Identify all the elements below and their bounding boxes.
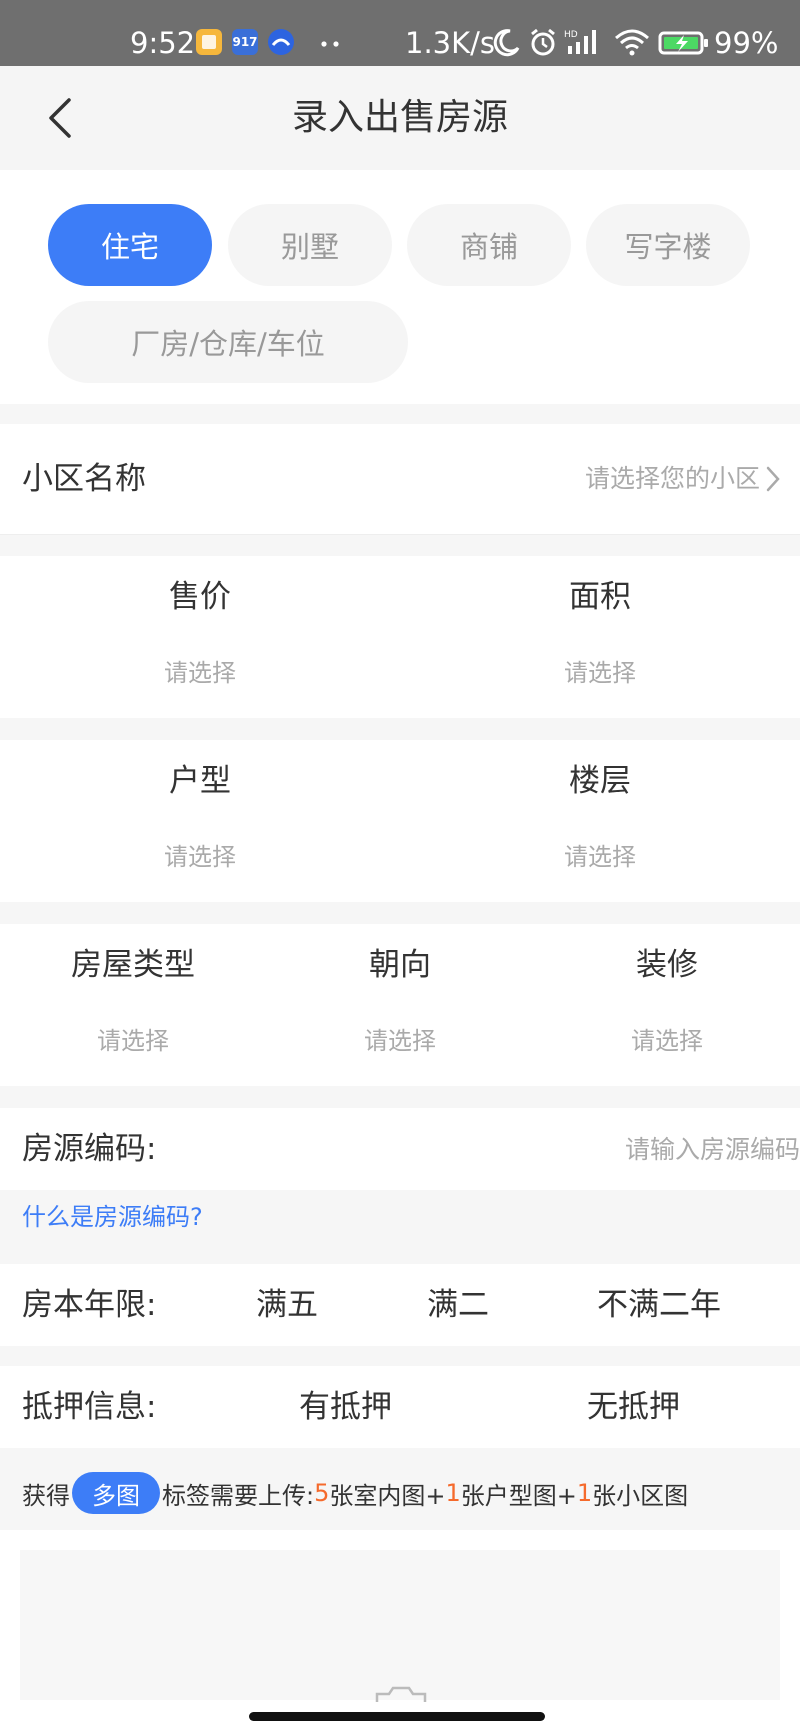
decoration-value: 请选择 (631, 1027, 703, 1055)
interior-text: 张室内图+ (329, 1481, 446, 1510)
area-field[interactable]: 面积 请选择 (400, 576, 800, 690)
community-text: 张小区图 (592, 1481, 689, 1510)
layout-label: 户型 (169, 763, 231, 799)
chip-shop[interactable]: 商铺 (407, 204, 571, 286)
network-type-label: HD (564, 30, 578, 40)
layout-field[interactable]: 户型 请选择 (0, 760, 400, 874)
listing-code-placeholder: 请输入房源编码 (624, 1135, 800, 1164)
floorplan-count: 1 (445, 1479, 461, 1507)
photo-upload-area[interactable] (20, 1550, 780, 1700)
listing-code-row: 房源编码: 请输入房源编码 (0, 1108, 800, 1190)
camera-icon (375, 1686, 427, 1702)
mortgage-row: 抵押信息: 有抵押 无抵押 (0, 1366, 800, 1448)
option-under-two-years[interactable]: 不满二年 (597, 1284, 721, 1326)
layout-value: 请选择 (164, 843, 236, 871)
ownership-years-row: 房本年限: 满五 满二 不满二年 (0, 1264, 800, 1346)
listing-code-help-link[interactable]: 什么是房源编码? (22, 1200, 203, 1234)
railway-app-icon (268, 29, 294, 55)
battery-percentage: 99% (714, 26, 779, 60)
price-label: 售价 (169, 579, 231, 615)
area-value: 请选择 (564, 659, 636, 687)
price-area-row: 售价 请选择 面积 请选择 (0, 556, 800, 718)
app-917-icon: 917 (232, 29, 258, 55)
house-type-field[interactable]: 房屋类型 请选择 (0, 944, 266, 1058)
option-over-two-years[interactable]: 满二 (427, 1284, 489, 1326)
house-type-value: 请选择 (97, 1027, 169, 1055)
community-placeholder: 请选择您的小区 (584, 464, 760, 493)
home-indicator[interactable] (249, 1712, 545, 1721)
orientation-field[interactable]: 朝向 请选择 (266, 944, 534, 1058)
hint-prefix: 获得 (22, 1481, 70, 1510)
option-not-mortgaged[interactable]: 无抵押 (587, 1386, 680, 1428)
ownership-years-label: 房本年限: (22, 1287, 157, 1323)
community-row[interactable]: 小区名称 请选择您的小区 (0, 424, 800, 535)
decoration-field[interactable]: 装修 请选择 (534, 944, 800, 1058)
floorplan-text: 张户型图+ (460, 1481, 577, 1510)
price-field[interactable]: 售价 请选择 (0, 576, 400, 690)
house-type-label: 房屋类型 (71, 947, 195, 983)
property-type-panel: 住宅 别墅 商铺 写字楼 厂房/仓库/车位 (0, 170, 800, 404)
chip-office[interactable]: 写字楼 (586, 204, 750, 286)
orientation-label: 朝向 (369, 947, 431, 983)
page-title: 录入出售房源 (291, 97, 508, 138)
option-over-five-years[interactable]: 满五 (256, 1284, 318, 1326)
option-mortgaged[interactable]: 有抵押 (299, 1386, 392, 1428)
chip-residential[interactable]: 住宅 (48, 204, 212, 286)
network-speed: 1.3K/s (405, 26, 496, 60)
floor-label: 楼层 (569, 763, 631, 799)
status-time: 9:52 (130, 26, 196, 60)
floor-field[interactable]: 楼层 请选择 (400, 760, 800, 874)
interior-count: 5 (314, 1479, 330, 1507)
notes-app-icon (196, 29, 222, 55)
upload-requirement-hint: 获得 多图 标签需要上传: 5 张室内图+ 1 张户型图+ 1 张小区图 (22, 1470, 688, 1516)
battery-icon (658, 31, 708, 55)
signal-icon: HD (564, 30, 596, 54)
area-label: 面积 (569, 579, 631, 615)
nav-bar: 录入出售房源 (0, 66, 800, 170)
listing-code-label: 房源编码: (22, 1131, 157, 1167)
community-selector[interactable]: 请选择您的小区 (585, 461, 782, 497)
floor-value: 请选择 (564, 843, 636, 871)
chip-factory-warehouse-parking[interactable]: 厂房/仓库/车位 (48, 301, 408, 383)
wifi-icon (615, 29, 649, 56)
price-value: 请选择 (164, 659, 236, 687)
listing-code-input[interactable]: 请输入房源编码 (625, 1132, 800, 1168)
community-count: 1 (576, 1479, 593, 1507)
alarm-icon (531, 28, 555, 56)
mortgage-label: 抵押信息: (22, 1389, 157, 1425)
chevron-right-icon (766, 466, 780, 492)
status-bar: 9:52 917 1.3K/s HD 99% (0, 0, 800, 66)
multi-image-badge: 多图 (72, 1472, 160, 1514)
more-dots-icon (321, 41, 339, 47)
decoration-label: 装修 (636, 947, 698, 983)
moon-icon (493, 29, 520, 57)
chip-villa[interactable]: 别墅 (228, 204, 392, 286)
orientation-value: 请选择 (364, 1027, 436, 1055)
hint-middle: 标签需要上传: (162, 1481, 315, 1510)
type-orientation-decoration-row: 房屋类型 请选择 朝向 请选择 装修 请选择 (0, 924, 800, 1086)
layout-floor-row: 户型 请选择 楼层 请选择 (0, 740, 800, 902)
community-label: 小区名称 (22, 461, 146, 497)
